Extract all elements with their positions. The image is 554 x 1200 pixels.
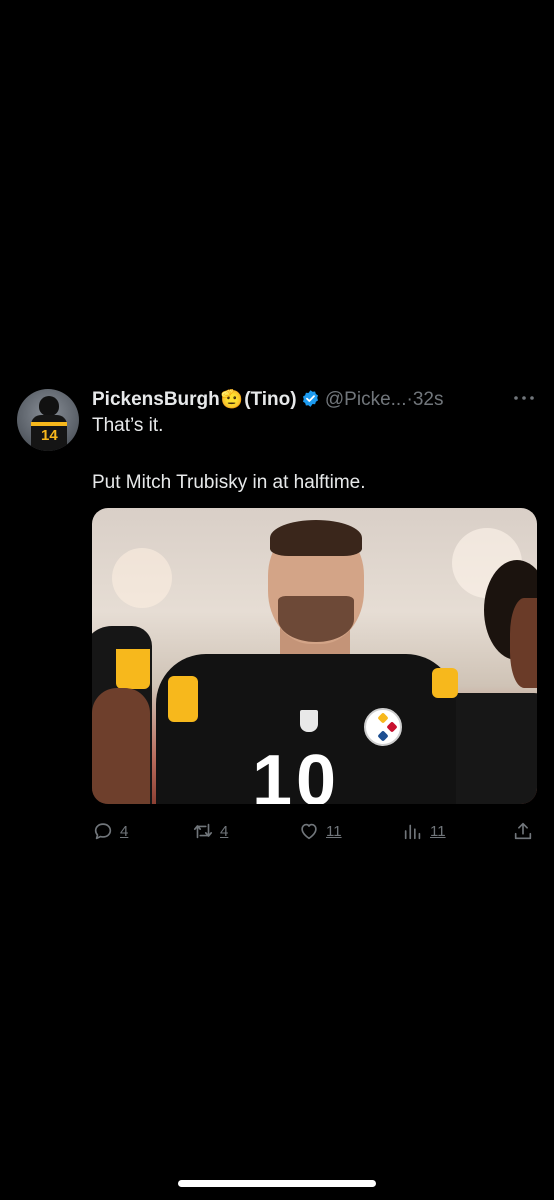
share-button[interactable] (512, 816, 534, 846)
tweet-actions-bar: 4 4 11 11 (92, 816, 537, 846)
reply-count: 4 (120, 822, 129, 840)
tweet-text-line2: Put Mitch Trubisky in at halftime. (92, 472, 366, 493)
tweet-text-line1: That’s it. (92, 415, 164, 436)
retweet-count: 4 (220, 822, 229, 840)
home-indicator[interactable] (178, 1180, 376, 1187)
verified-badge-icon (302, 390, 318, 407)
jersey-number: 10 (252, 741, 341, 804)
views-button[interactable]: 11 (402, 816, 446, 846)
tweet-media-photo[interactable]: 10 (92, 508, 537, 804)
left-player-shoulder-stripe (116, 643, 150, 689)
nfl-shield-logo (300, 710, 318, 732)
views-chart-icon (404, 824, 421, 840)
center-player-left-stripe (168, 676, 198, 722)
heart-icon (301, 823, 317, 840)
like-button[interactable]: 11 (298, 816, 342, 846)
more-dots-icon[interactable] (512, 390, 536, 406)
timestamp[interactable]: 32s (413, 389, 444, 410)
avatar-jersey-stripe (31, 422, 67, 426)
display-name-suffix[interactable]: (Tino) (244, 389, 296, 410)
share-icon (514, 822, 532, 840)
avatar-jersey-number: 14 (41, 427, 58, 444)
tweet-header: PickensBurgh🫡(Tino) @Picke...·32s (92, 387, 532, 411)
reply-button[interactable]: 4 (92, 816, 128, 846)
avatar-player-head (39, 396, 59, 416)
background-bokeh (112, 548, 172, 608)
saluting-face-emoji: 🫡 (220, 389, 244, 409)
steelers-logo (364, 708, 402, 746)
right-player-face (510, 598, 537, 688)
center-player-hair (270, 520, 362, 556)
center-player-beard (278, 596, 354, 642)
avatar[interactable]: 14 (17, 389, 79, 451)
retweet-button[interactable]: 4 (192, 816, 228, 846)
reply-icon (94, 823, 112, 840)
center-player-right-stripe (432, 668, 458, 698)
user-handle[interactable]: @Picke... (325, 389, 407, 410)
tweet[interactable]: 14 PickensBurgh🫡(Tino) @Picke...·32s Tha… (0, 380, 554, 850)
retweet-icon (193, 823, 213, 839)
views-count: 11 (430, 822, 446, 840)
left-player-arm (92, 688, 150, 804)
display-name[interactable]: PickensBurgh (92, 389, 220, 410)
like-count: 11 (326, 822, 342, 840)
